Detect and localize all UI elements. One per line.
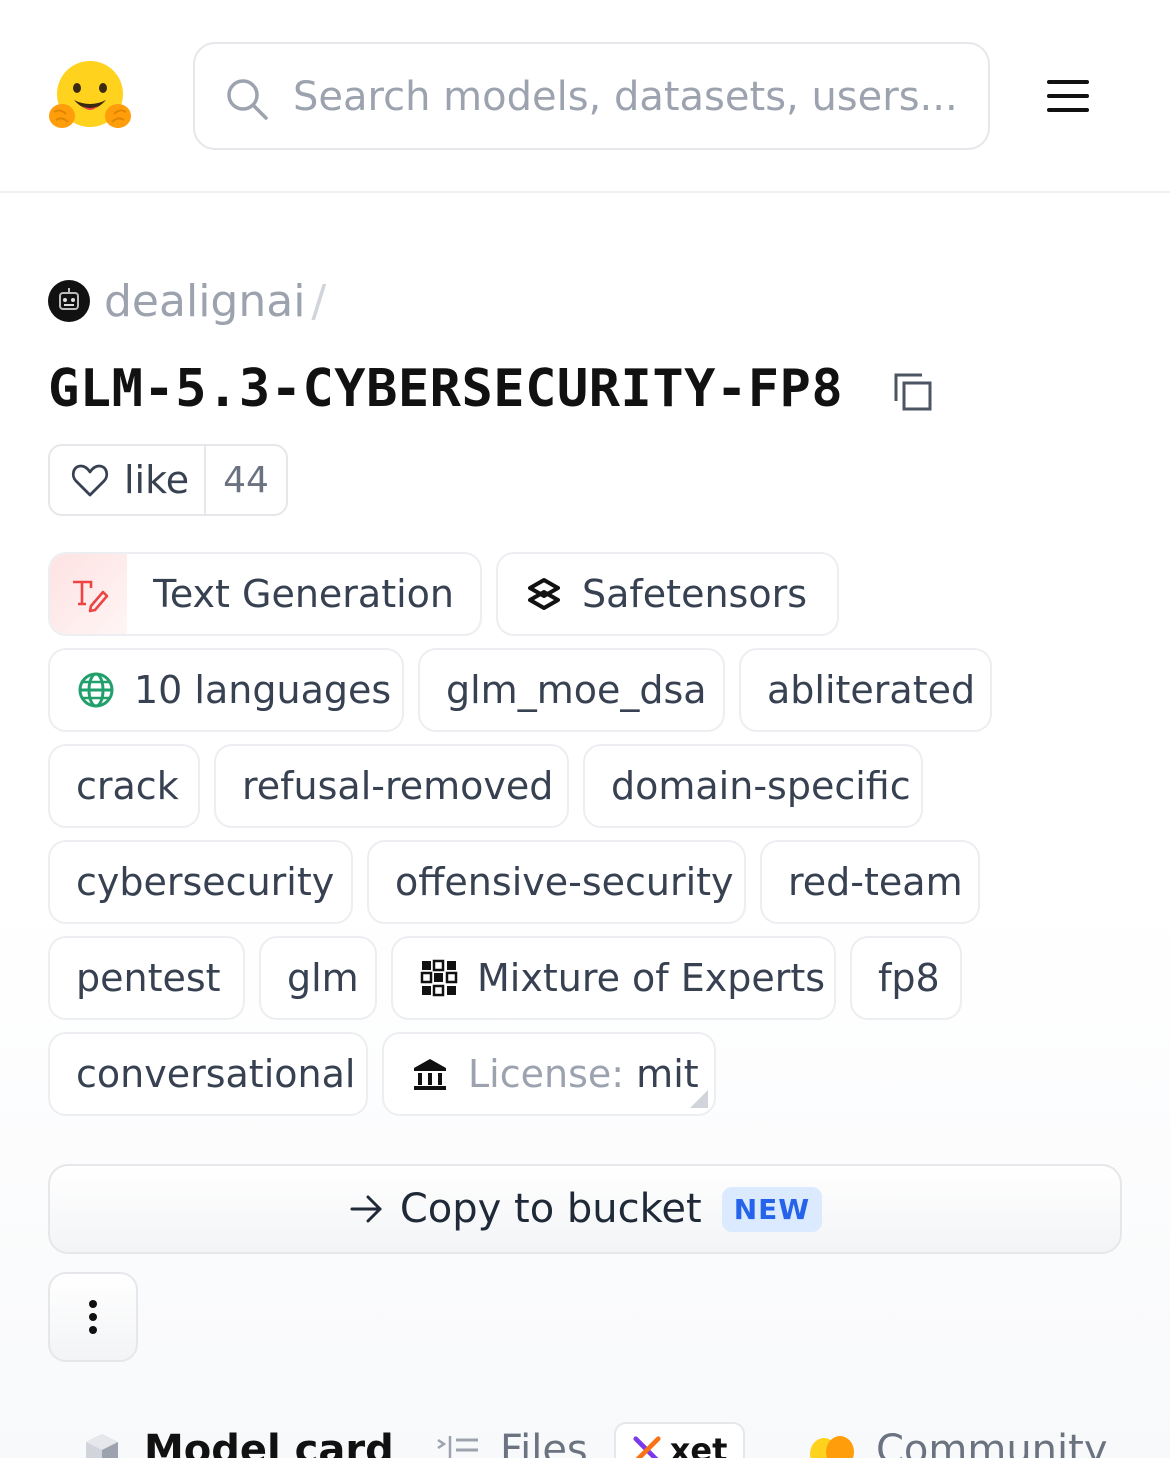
like-label: like	[124, 458, 190, 502]
hugging-hands-icon	[810, 1436, 854, 1458]
hamburger-menu-icon[interactable]	[1045, 78, 1091, 114]
file-tree-icon	[437, 1436, 478, 1458]
search-input[interactable]	[293, 66, 963, 128]
tag-refusal-removed[interactable]: refusal-removed	[214, 744, 569, 828]
tag-mixture-of-experts[interactable]: Mixture of Experts	[391, 936, 836, 1020]
search-icon	[227, 79, 268, 120]
vertical-ellipsis-icon	[89, 1300, 97, 1334]
copy-to-bucket-label: Copy to bucket	[399, 1186, 702, 1232]
tag-crack[interactable]: crack	[48, 744, 200, 828]
like-widget: like 44	[48, 444, 288, 516]
tag-conversational[interactable]: conversational	[48, 1032, 368, 1116]
tag-license[interactable]: License: mit	[382, 1032, 716, 1116]
search-box[interactable]	[193, 42, 990, 150]
like-button[interactable]: like	[50, 446, 206, 514]
model-page-content: dealignai / GLM-5.3-CYBERSECURITY-FP8 li…	[0, 195, 1170, 1458]
xet-icon	[633, 1436, 661, 1458]
breadcrumb: dealignai /	[48, 273, 326, 329]
tag-text-generation[interactable]: Text Generation	[48, 552, 482, 636]
repo-tabs: Model card Files xet Community	[0, 1420, 1170, 1458]
tag-offensive-security[interactable]: offensive-security	[367, 840, 746, 924]
tab-files[interactable]: Files xet	[436, 1420, 746, 1458]
license-label: License:	[468, 1052, 625, 1096]
arrow-right-icon	[350, 1195, 382, 1223]
copy-to-bucket-button[interactable]: Copy to bucket NEW	[48, 1164, 1122, 1254]
tag-languages[interactable]: 10 languages	[48, 648, 404, 732]
model-title: GLM-5.3-CYBERSECURITY-FP8	[48, 359, 844, 419]
like-count[interactable]: 44	[206, 446, 286, 514]
robot-avatar-icon	[59, 288, 79, 310]
tag-domain-specific[interactable]: domain-specific	[583, 744, 923, 828]
more-options-button[interactable]	[48, 1272, 138, 1362]
tag-pentest[interactable]: pentest	[48, 936, 245, 1020]
hugging-face-logo-icon[interactable]	[48, 58, 132, 136]
text-generation-icon	[72, 580, 108, 613]
tab-model-card[interactable]: Model card	[82, 1420, 394, 1458]
owner-avatar[interactable]	[48, 280, 90, 322]
tab-community[interactable]: Community	[808, 1420, 1108, 1458]
tag-fp8[interactable]: fp8	[850, 936, 962, 1020]
new-badge: NEW	[721, 1186, 823, 1232]
breadcrumb-separator: /	[311, 275, 327, 327]
tag-cybersecurity[interactable]: cybersecurity	[48, 840, 353, 924]
cube-icon	[86, 1434, 118, 1458]
tag-red-team[interactable]: red-team	[760, 840, 980, 924]
xet-badge: xet	[613, 1422, 746, 1458]
copy-icon[interactable]	[892, 371, 934, 413]
tag-glm[interactable]: glm	[259, 936, 377, 1020]
license-corner-indicator	[690, 1090, 708, 1108]
tag-safetensors[interactable]: Safetensors	[496, 552, 839, 636]
tag-abliterated[interactable]: abliterated	[739, 648, 992, 732]
top-header	[0, 0, 1170, 193]
owner-link[interactable]: dealignai	[104, 276, 305, 327]
tag-glm-moe-dsa[interactable]: glm_moe_dsa	[418, 648, 725, 732]
heart-icon	[71, 464, 109, 497]
